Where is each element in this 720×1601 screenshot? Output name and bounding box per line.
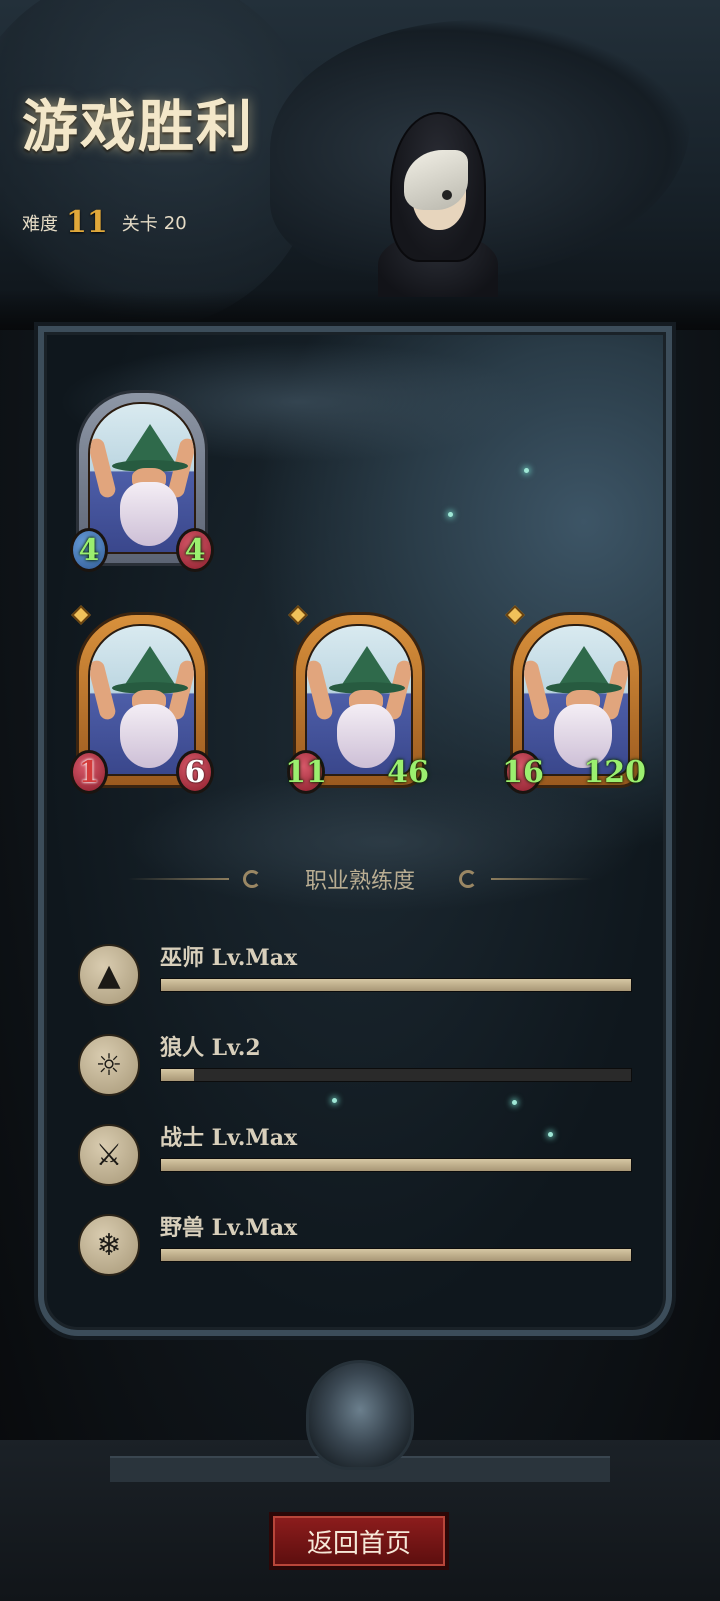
difficulty-label: 难度 [22,214,58,235]
stage-label: 关卡 [121,214,158,235]
mastery-progress-bar [160,1248,632,1262]
attack-stat: 4 [70,528,108,572]
return-home-button[interactable]: 返回首页 [269,1512,449,1570]
hero-portrait [378,112,498,297]
health-stat: 120 [581,750,648,794]
difficulty-value: 11 [66,205,108,240]
attack-stat: 1 [70,750,108,794]
mastery-title: 职业熟练度 [305,869,416,894]
sparkle [512,1100,517,1105]
sword-icon: ⚔ [78,1124,140,1186]
claw-icon: ❄ [78,1214,140,1276]
unit-card[interactable]: 11 46 [285,605,429,794]
mastery-divider: 职业熟练度 [128,864,593,894]
mastery-row-wizard: ▲ 巫师 Lv.Max [78,940,644,1006]
swirl-ornament-icon [459,870,478,888]
unit-card[interactable]: 16 120 [502,605,646,794]
mastery-progress-bar [160,1068,632,1082]
attack-stat: 16 [502,750,544,794]
wizard-portrait [88,624,196,776]
mastery-progress-bar [160,978,632,992]
health-stat: 4 [176,528,214,572]
mastery-row-warrior: ⚔ 战士 Lv.Max [78,1120,644,1186]
run-info: 难度 11 关卡 20 [22,208,187,238]
mastery-label: 野兽 Lv.Max [160,1215,298,1241]
mastery-row-beast: ❄ 野兽 Lv.Max [78,1210,644,1276]
victory-header: 游戏胜利 难度 11 关卡 20 [0,0,720,330]
wizard-portrait [88,402,196,554]
mastery-label: 狼人 Lv.2 [160,1035,261,1061]
mastery-progress-bar [160,1158,632,1172]
sparkle [448,512,453,517]
unit-card[interactable]: 4 4 [70,390,214,572]
page-title: 游戏胜利 [22,95,254,160]
mastery-row-werewolf: ☼ 狼人 Lv.2 [78,1030,644,1096]
stage-value: 20 [163,212,187,234]
attack-stat: 11 [285,750,327,794]
mastery-label: 战士 Lv.Max [160,1125,298,1151]
sparkle [332,1098,337,1103]
wolf-icon: ☼ [78,1034,140,1096]
sparkle [524,468,529,473]
health-stat: 46 [385,750,431,794]
health-stat: 6 [176,750,214,794]
eye-gem-ornament-icon [306,1360,414,1470]
mastery-label: 巫师 Lv.Max [160,945,298,971]
unit-card[interactable]: 1 6 [70,605,214,794]
swirl-ornament-icon [243,870,261,888]
wizard-hat-icon: ▲ [78,944,140,1006]
